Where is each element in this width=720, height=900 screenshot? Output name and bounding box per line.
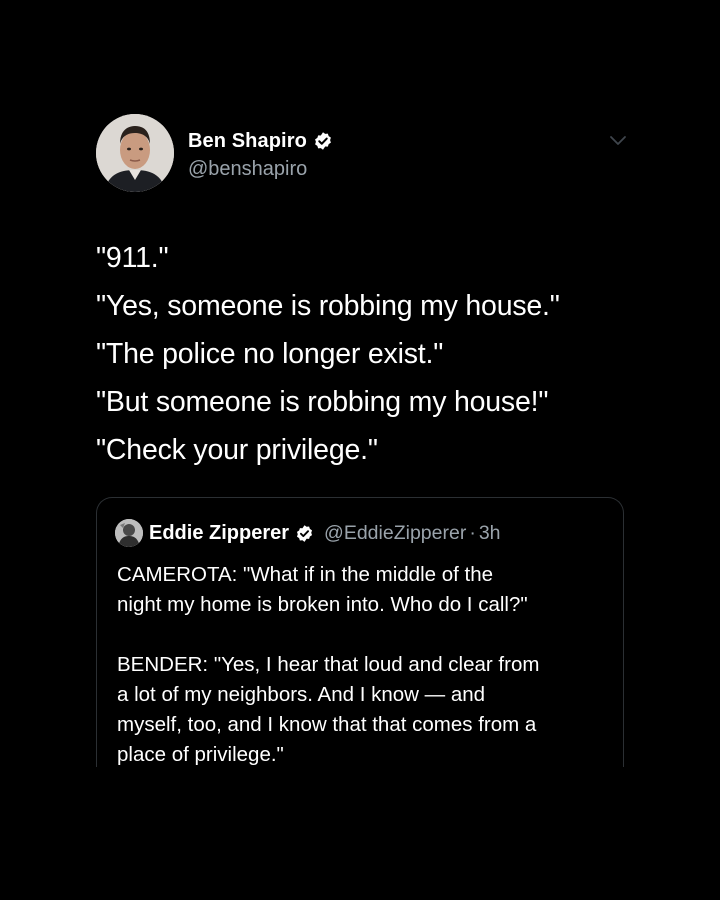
quoted-line: place of privilege."	[117, 743, 284, 766]
author-display-name[interactable]: Ben Shapiro	[188, 130, 307, 153]
author-avatar[interactable]	[96, 114, 174, 192]
quoted-line: BENDER: "Yes, I hear that loud and clear…	[117, 653, 540, 676]
quoted-tweet-timestamp[interactable]: 3h	[479, 522, 501, 545]
quoted-line: a lot of my neighbors. And I know — and	[117, 683, 486, 706]
verified-badge-icon	[313, 131, 333, 151]
tweet-line: "Yes, someone is robbing my house."	[96, 290, 560, 322]
tweet-line: "Check your privilege."	[96, 434, 378, 466]
author-names: Ben Shapiro @benshapiro	[188, 128, 333, 181]
display-name-row: Ben Shapiro	[188, 128, 333, 154]
quoted-tweet-header: Eddie Zipperer @EddieZipperer · 3h	[115, 519, 501, 547]
quoted-author-display-name[interactable]: Eddie Zipperer	[149, 522, 289, 545]
quoted-line: night my home is broken into. Who do I c…	[117, 593, 528, 616]
author-handle[interactable]: @benshapiro	[188, 158, 333, 181]
tweet-line: "But someone is robbing my house!"	[96, 386, 549, 418]
quoted-line: myself, too, and I know that that comes …	[117, 713, 537, 736]
quoted-author-handle[interactable]: @EddieZipperer	[324, 522, 466, 545]
quoted-tweet[interactable]: Eddie Zipperer @EddieZipperer · 3h CAMER…	[96, 497, 624, 767]
verified-badge-icon	[295, 524, 314, 543]
separator-dot: ·	[469, 521, 476, 544]
quoted-tweet-body: CAMEROTA: "What if in the middle of the …	[117, 560, 617, 767]
tweet-line: "The police no longer exist."	[96, 338, 444, 370]
quoted-author-avatar[interactable]	[115, 519, 143, 547]
tweet-card: Ben Shapiro @benshapiro "911." "Yes, som…	[96, 114, 630, 474]
chevron-down-icon[interactable]	[608, 134, 628, 148]
quoted-line: CAMEROTA: "What if in the middle of the	[117, 563, 494, 586]
tweet-line: "911."	[96, 242, 169, 274]
tweet-body: "911." "Yes, someone is robbing my house…	[96, 234, 630, 474]
tweet-header: Ben Shapiro @benshapiro	[96, 114, 630, 196]
